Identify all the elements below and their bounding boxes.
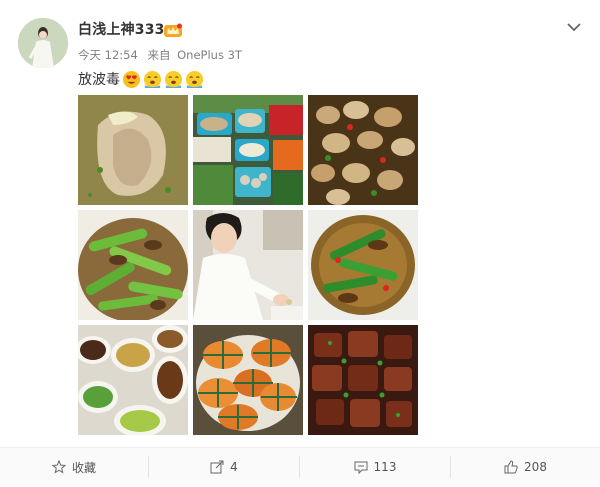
- comment-button[interactable]: 113: [300, 448, 450, 486]
- star-icon: [51, 460, 66, 474]
- like-count: 208: [524, 460, 547, 474]
- heart-eyes-emoji: [122, 70, 141, 89]
- post-source-prefix: 来自: [147, 48, 171, 62]
- like-button[interactable]: 208: [451, 448, 600, 486]
- photo-grid: [78, 95, 418, 435]
- thumbs-up-icon: [504, 460, 518, 474]
- favorite-label: 收藏: [71, 460, 96, 475]
- share-icon: [210, 460, 224, 474]
- chevron-down-icon[interactable]: [566, 18, 582, 32]
- action-bar: 收藏 4 113 208: [0, 447, 600, 485]
- food-photo-steamed-crabs[interactable]: [193, 325, 303, 435]
- vip-crown-icon[interactable]: [164, 22, 182, 37]
- food-photo-green-pepper-beef[interactable]: [308, 210, 418, 320]
- share-button[interactable]: 4: [149, 448, 299, 486]
- comment-count: 113: [373, 460, 397, 474]
- post-text: 放波毒: [78, 68, 204, 90]
- market-photo-mushroom-stall[interactable]: [193, 95, 303, 205]
- share-count: 4: [230, 460, 238, 474]
- username[interactable]: 白浅上神333: [78, 19, 165, 39]
- person-photo-man-cooking[interactable]: [193, 210, 303, 320]
- food-photo-mushroom-stirfry[interactable]: [308, 95, 418, 205]
- drooling-emoji: [143, 70, 162, 89]
- comment-icon: [354, 461, 368, 474]
- post-device[interactable]: OnePlus 3T: [177, 48, 242, 62]
- post-text-content: 放波毒: [78, 72, 120, 88]
- drooling-emoji: [185, 70, 204, 89]
- avatar[interactable]: [18, 18, 68, 68]
- food-photo-celery-beef[interactable]: [78, 210, 188, 320]
- food-photo-braised-pork[interactable]: [308, 325, 418, 435]
- favorite-button[interactable]: 收藏: [0, 448, 148, 486]
- food-photo-table-spread[interactable]: [78, 325, 188, 435]
- drooling-emoji: [164, 70, 183, 89]
- post-meta: 今天 12:54 来自 OnePlus 3T: [78, 47, 248, 63]
- post-time[interactable]: 今天 12:54: [78, 48, 138, 62]
- food-photo-braised-chicken[interactable]: [78, 95, 188, 205]
